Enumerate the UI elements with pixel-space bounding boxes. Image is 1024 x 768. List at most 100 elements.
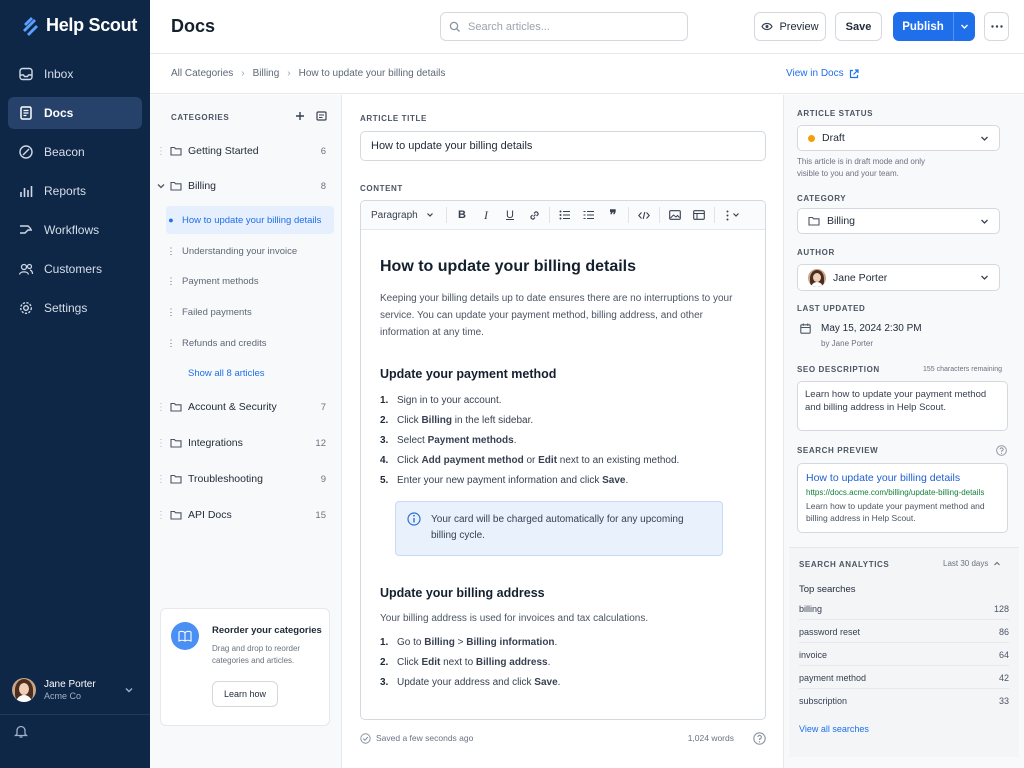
table-icon[interactable] xyxy=(687,201,711,230)
analytics-label: SEARCH ANALYTICS xyxy=(799,560,890,569)
drag-handle-icon[interactable]: ⋮⋮ xyxy=(156,146,176,157)
format-select[interactable]: Paragraph xyxy=(361,210,443,221)
category-count: 12 xyxy=(315,437,326,449)
underline-icon[interactable]: U xyxy=(498,201,522,230)
article-item[interactable]: ⋮ Payment methods xyxy=(166,267,334,295)
nav-item-workflows[interactable]: Workflows xyxy=(8,214,142,246)
category-item-integrations[interactable]: ⋮⋮ Integrations 12 xyxy=(156,431,336,455)
nav-label: Inbox xyxy=(44,67,74,81)
article-item[interactable]: ⋮ Failed payments xyxy=(166,298,334,326)
numbered-list-icon[interactable] xyxy=(577,201,601,230)
chevron-down-icon[interactable] xyxy=(156,181,166,191)
doc-intro-paragraph: Keeping your billing details up to date … xyxy=(380,293,733,338)
publish-button[interactable]: Publish xyxy=(893,12,975,41)
nav-item-beacon[interactable]: Beacon xyxy=(8,136,142,168)
preview-url: https://docs.acme.com/billing/update-bil… xyxy=(806,488,985,497)
article-item[interactable]: ⋮ Understanding your invoice xyxy=(166,237,334,265)
analytics-period-toggle[interactable]: Last 30 days xyxy=(943,559,1001,568)
add-category-icon[interactable] xyxy=(295,111,305,121)
editor-status-bar: Saved a few seconds ago 1,024 words xyxy=(360,730,766,746)
search-placeholder: Search articles... xyxy=(468,20,550,33)
drag-handle-icon[interactable]: ⋮ xyxy=(166,338,176,349)
article-title: Payment methods xyxy=(182,275,259,287)
preview-title: How to update your billing details xyxy=(806,472,961,484)
breadcrumb-item[interactable]: All Categories xyxy=(171,68,233,79)
learn-how-button[interactable]: Learn how xyxy=(212,681,278,707)
nav-item-docs[interactable]: Docs xyxy=(8,97,142,129)
drag-handle-icon[interactable]: ⋮ xyxy=(166,307,176,318)
folder-icon xyxy=(170,146,182,156)
chevron-down-icon xyxy=(981,275,988,280)
doc-heading: How to update your billing details xyxy=(380,258,637,275)
bullet-list-icon[interactable] xyxy=(553,201,577,230)
user-menu[interactable]: Jane Porter Acme Co xyxy=(12,676,142,704)
toolbar-divider xyxy=(714,207,715,223)
category-item-api-docs[interactable]: ⋮⋮ API Docs 15 xyxy=(156,503,336,527)
drag-handle-icon[interactable]: ⋮ xyxy=(166,276,176,287)
quote-icon[interactable]: ❞ xyxy=(601,201,625,230)
drag-handle-icon[interactable]: ⋮ xyxy=(166,246,176,257)
doc-section-heading: Update your billing address xyxy=(380,586,545,600)
drag-handle-icon[interactable]: ⋮⋮ xyxy=(156,438,176,449)
publish-label: Publish xyxy=(902,20,944,33)
format-select-value: Paragraph xyxy=(371,209,418,221)
more-options-button[interactable] xyxy=(984,12,1009,41)
breadcrumb-item[interactable]: Billing xyxy=(253,68,280,79)
saved-status: Saved a few seconds ago xyxy=(376,733,474,743)
more-formatting-icon[interactable] xyxy=(718,201,748,230)
top-header: Docs Search articles... Preview Save Pub… xyxy=(150,0,1024,54)
help-icon[interactable] xyxy=(996,445,1007,456)
save-button[interactable]: Save xyxy=(835,12,882,41)
article-item[interactable]: ⋮ Refunds and credits xyxy=(166,329,334,357)
category-select[interactable]: Billing xyxy=(797,208,1000,234)
article-title-input[interactable]: How to update your billing details xyxy=(360,131,766,161)
nav-item-settings[interactable]: Settings xyxy=(8,292,142,324)
nav-item-inbox[interactable]: Inbox xyxy=(8,58,142,90)
document-body[interactable]: How to update your billing details Keepi… xyxy=(380,230,750,693)
category-item-billing[interactable]: Billing 8 xyxy=(156,174,336,198)
reports-icon xyxy=(20,186,33,197)
nav-item-reports[interactable]: Reports xyxy=(8,175,142,207)
nav-divider xyxy=(0,714,150,715)
view-in-docs-link[interactable]: View in Docs xyxy=(786,68,859,79)
toolbar-divider xyxy=(659,207,660,223)
search-input[interactable]: Search articles... xyxy=(440,12,688,41)
bold-icon[interactable]: B xyxy=(450,201,474,230)
italic-icon[interactable]: I xyxy=(474,201,498,230)
nav-item-customers[interactable]: Customers xyxy=(8,253,142,285)
last-updated-date: May 15, 2024 2:30 PM xyxy=(821,323,922,334)
view-all-searches-link[interactable]: View all searches xyxy=(799,724,869,734)
code-icon[interactable] xyxy=(632,201,656,230)
drag-handle-icon[interactable]: ⋮⋮ xyxy=(156,402,176,413)
link-icon[interactable] xyxy=(522,201,546,230)
editor-toolbar: Paragraph B I U ❞ xyxy=(361,201,765,230)
category-item-getting-started[interactable]: ⋮⋮ Getting Started 6 xyxy=(156,139,336,163)
last-updated-by: by Jane Porter xyxy=(821,339,874,348)
bell-icon[interactable] xyxy=(14,724,28,739)
article-item-active[interactable]: ● How to update your billing details xyxy=(166,206,334,234)
status-label: ARTICLE STATUS xyxy=(797,109,874,118)
image-icon[interactable] xyxy=(663,201,687,230)
help-icon[interactable] xyxy=(753,731,766,745)
status-select[interactable]: Draft xyxy=(797,125,1000,151)
manage-categories-icon[interactable] xyxy=(316,111,327,121)
categories-heading: CATEGORIES xyxy=(171,113,230,122)
category-item-account-security[interactable]: ⋮⋮ Account & Security 7 xyxy=(156,395,336,419)
show-all-articles-link[interactable]: Show all 8 articles xyxy=(188,368,265,379)
breadcrumb-separator-icon: › xyxy=(287,68,291,79)
help-scout-logo[interactable]: Help Scout xyxy=(22,15,137,36)
drag-handle-icon[interactable]: ⋮⋮ xyxy=(156,474,176,485)
author-select[interactable]: Jane Porter xyxy=(797,264,1000,291)
seo-description-textarea[interactable]: Learn how to update your payment method … xyxy=(797,381,1008,431)
list-item: 2. Click Billing in the left sidebar. xyxy=(380,415,534,426)
content-label: CONTENT xyxy=(360,184,403,193)
category-item-troubleshooting[interactable]: ⋮⋮ Troubleshooting 9 xyxy=(156,467,336,491)
last-updated-label: LAST UPDATED xyxy=(797,304,866,313)
nav-label: Beacon xyxy=(44,145,85,159)
status-value: Draft xyxy=(822,132,845,144)
drag-handle-icon[interactable]: ⋮⋮ xyxy=(156,510,176,521)
publish-options-button[interactable] xyxy=(953,12,975,41)
check-circle-icon xyxy=(360,732,371,744)
analytics-period: Last 30 days xyxy=(943,559,989,568)
preview-button[interactable]: Preview xyxy=(754,12,826,41)
